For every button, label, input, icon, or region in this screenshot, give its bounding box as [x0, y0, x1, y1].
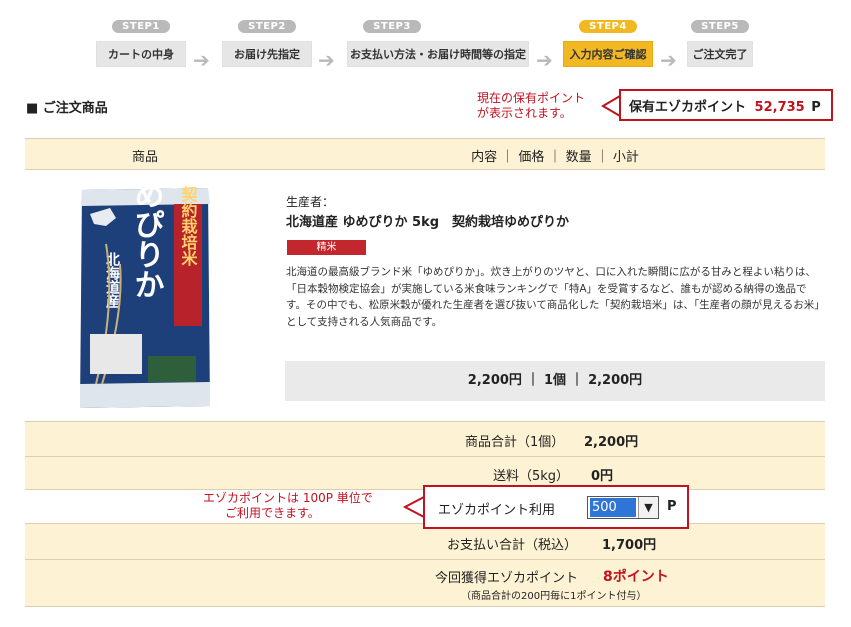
- product-image: 契約栽培米 ゆめぴりか 北海道産: [80, 184, 210, 408]
- subtotal-value: 2,200円: [584, 435, 639, 450]
- step-5-tag: STEP5: [691, 20, 749, 33]
- points-use-note-line1: エゾカポイントは 100P 単位で: [203, 491, 373, 505]
- shipping-label: 送料（5kg）: [493, 469, 570, 484]
- total-value: 1,700円: [602, 538, 657, 553]
- points-balance-label: 保有エゾカポイント: [629, 100, 747, 115]
- earn-row: 今回獲得エゾカポイント 8ポイント （商品合計の200円毎に1ポイント付与）: [25, 559, 825, 607]
- subtotal-row: 商品合計（1個） 2,200円: [25, 421, 825, 456]
- header-details: 内容 ｜ 価格 ｜ 数量 ｜ 小計: [471, 150, 639, 165]
- step-arrow-icon: ➔: [193, 48, 210, 72]
- step-arrow-icon: ➔: [318, 48, 335, 72]
- subtotal-label: 商品合計（1個）: [465, 435, 565, 450]
- step-5: STEP5 ご注文完了: [687, 18, 753, 67]
- points-use-note: エゾカポイントは 100P 単位で ご利用できます。: [203, 491, 373, 521]
- checkout-stepper: STEP1 カートの中身 ➔ STEP2 お届け先指定 ➔ STEP3 お支払い…: [96, 18, 756, 74]
- line-total: 2,200円 ｜ 1個 ｜ 2,200円: [285, 361, 825, 401]
- chevron-down-icon[interactable]: ▼: [638, 497, 658, 518]
- package-brand-text: ゆめぴりか: [129, 184, 164, 299]
- points-use-label: エゾカポイント利用: [438, 503, 556, 518]
- step-arrow-icon: ➔: [536, 48, 553, 72]
- step-2-tag: STEP2: [238, 20, 296, 33]
- step-1-label: カートの中身: [96, 41, 186, 67]
- step-5-label: ご注文完了: [687, 41, 753, 67]
- total-label: お支払い合計（税込）: [447, 538, 578, 553]
- points-balance-unit: P: [811, 100, 821, 115]
- product-badge: 精米: [287, 240, 366, 255]
- header-product: 商品: [131, 150, 158, 165]
- earn-label: 今回獲得エゾカポイント: [435, 571, 579, 586]
- points-note-line1: 現在の保有ポイント: [477, 91, 586, 105]
- points-balance-value: 52,735: [754, 100, 805, 115]
- earn-note: （商品合計の200円毎に1ポイント付与）: [461, 591, 647, 602]
- step-4-label: 入力内容ご確認: [563, 41, 653, 67]
- shipping-value: 0円: [591, 469, 614, 484]
- step-2-label: お届け先指定: [222, 41, 312, 67]
- order-table-header: 商品 内容 ｜ 価格 ｜ 数量 ｜ 小計: [25, 138, 825, 170]
- points-use-note-line2: ご利用できます。: [225, 506, 320, 520]
- earn-value: 8ポイント: [603, 569, 669, 585]
- points-note-line2: が表示されます。: [477, 106, 572, 120]
- points-use-select[interactable]: 500 ▼: [587, 496, 659, 519]
- step-3: STEP3 お支払い方法・お届け時間等の指定: [347, 18, 529, 67]
- step-3-label: お支払い方法・お届け時間等の指定: [347, 41, 529, 67]
- step-1-tag: STEP1: [112, 20, 170, 33]
- step-4: STEP4 入力内容ご確認: [563, 18, 653, 67]
- points-use-box: エゾカポイント利用 500 ▼ P: [423, 485, 689, 529]
- package-region-text: 北海道産: [104, 252, 120, 309]
- points-use-unit: P: [667, 499, 677, 514]
- points-balance-box: 保有エゾカポイント 52,735 P: [619, 89, 833, 121]
- points-note: 現在の保有ポイント が表示されます。: [477, 91, 585, 121]
- step-2: STEP2 お届け先指定: [222, 18, 312, 67]
- step-4-tag: STEP4: [579, 20, 637, 33]
- product-description: 北海道の最高級ブランド米「ゆめぴりか」。炊き上がりのツヤと、口に入れた瞬間に広が…: [286, 266, 825, 328]
- step-1: STEP1 カートの中身: [96, 18, 186, 67]
- producer-label: 生産者：: [286, 195, 335, 209]
- product-name: 北海道産 ゆめぴりか 5kg 契約栽培ゆめぴりか: [286, 215, 570, 230]
- step-arrow-icon: ➔: [660, 48, 677, 72]
- points-use-selected-value: 500: [590, 498, 636, 517]
- package-tag-text: 契約栽培米: [179, 186, 199, 267]
- section-title: ■ ご注文商品: [26, 101, 108, 116]
- step-3-tag: STEP3: [363, 20, 421, 33]
